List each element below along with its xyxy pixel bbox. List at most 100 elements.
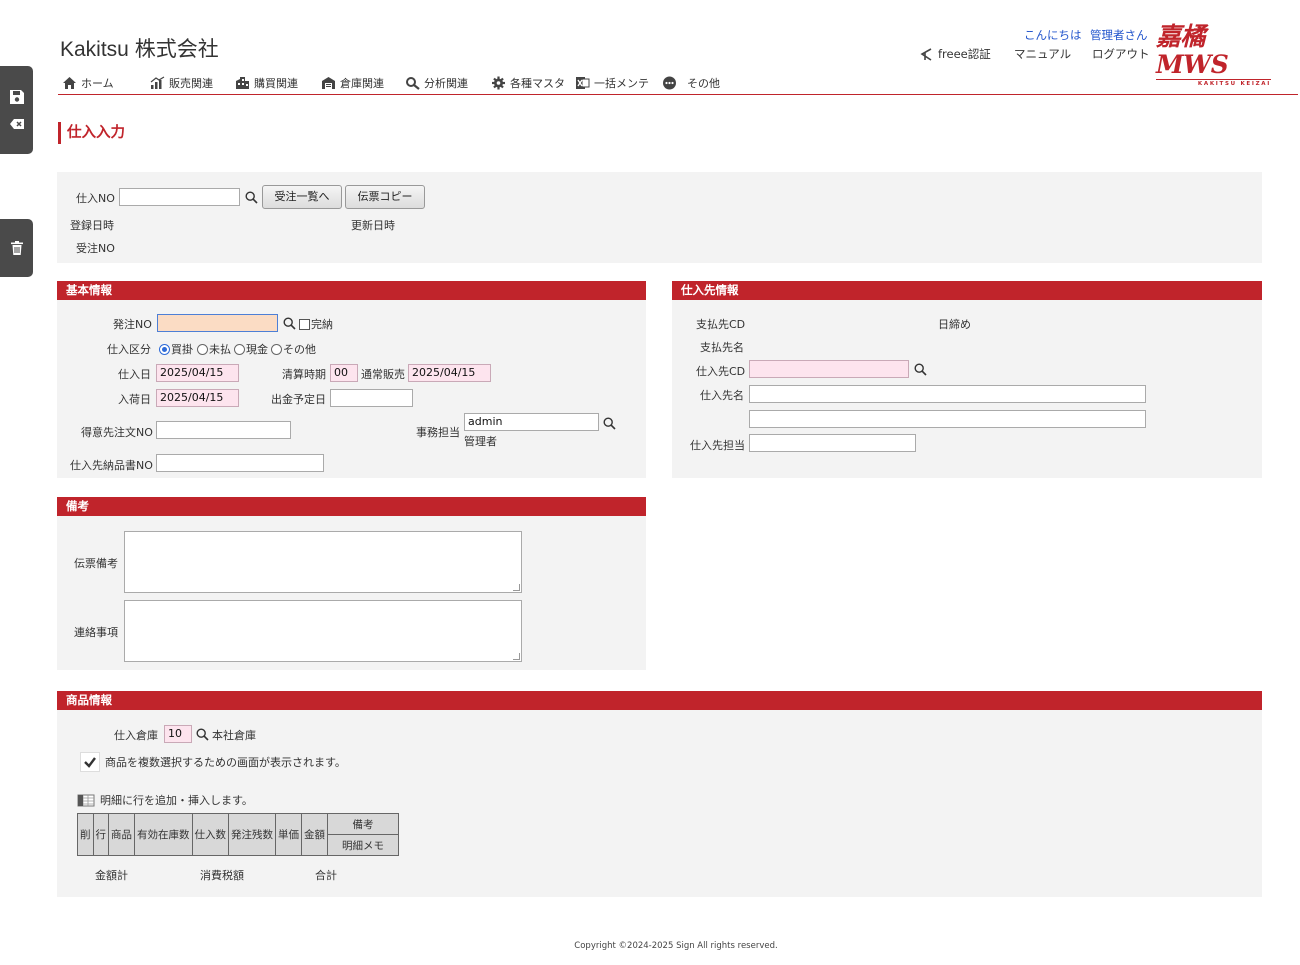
detail-table: 削 行 商品 有効在庫数 仕入数 発注残数 単価 金額 備考 明細メモ [77, 813, 399, 856]
kubun-radio-miharai[interactable]: 未払 [197, 341, 231, 357]
shiire-cd-label: 仕入先CD [696, 365, 746, 378]
menu-divider [58, 94, 1298, 95]
seisan-date-input[interactable]: 2025/04/15 [408, 364, 491, 382]
page-title: 仕入入力 [58, 122, 125, 144]
purchase-building-icon [236, 77, 249, 89]
menu-warehouse[interactable]: 倉庫関連 [321, 74, 405, 92]
updated-at-label: 更新日時 [351, 219, 395, 232]
total-amount-label: 金額計 [95, 869, 128, 882]
created-at-label: 登録日時 [70, 219, 114, 232]
menu-analysis[interactable]: 分析関連 [405, 74, 491, 92]
sales-chart-icon [150, 76, 165, 89]
menu-bulk-maintenance[interactable]: 一括メンテ [575, 74, 662, 92]
user-name-link[interactable]: 管理者さん [1090, 27, 1148, 43]
col-order-remain: 発注残数 [228, 813, 276, 856]
trash-icon[interactable] [9, 240, 25, 256]
freee-auth-label: freee認証 [938, 47, 991, 61]
tokui-no-label: 得意先注文NO [81, 426, 153, 439]
shiire-name-input[interactable] [749, 385, 1146, 403]
more-icon [663, 76, 676, 90]
gear-icon [492, 76, 505, 90]
menu-purchase[interactable]: 購買関連 [235, 74, 321, 92]
jimu-tanto-input[interactable]: admin [464, 413, 599, 431]
jimu-tanto-label: 事務担当 [416, 426, 460, 439]
col-amount: 金額 [301, 813, 328, 856]
add-row-icon[interactable] [77, 793, 95, 807]
manual-link[interactable]: マニュアル [1014, 46, 1071, 62]
nyuka-date-label: 入荷日 [118, 393, 151, 406]
clear-icon[interactable] [9, 116, 25, 132]
nyuka-date-input[interactable]: 2025/04/15 [156, 389, 239, 407]
menu-sales[interactable]: 販売関連 [150, 74, 235, 92]
kubun-radio-other[interactable]: その他 [271, 341, 316, 357]
search-icon[interactable] [245, 191, 258, 204]
greeting-link[interactable]: こんにちは [1024, 27, 1082, 43]
logout-link[interactable]: ログアウト [1092, 46, 1150, 62]
shiire-name-label: 仕入先名 [700, 389, 744, 402]
analysis-tools-icon [406, 77, 420, 90]
nouhin-no-input[interactable] [156, 454, 324, 472]
freee-icon [920, 47, 932, 61]
excel-icon [576, 77, 590, 89]
shimebi-label: 日締め [938, 318, 971, 331]
menu-masters[interactable]: 各種マスタ [491, 74, 575, 92]
supplier-info-header: 仕入先情報 [672, 281, 1262, 300]
col-remarks: 備考 [327, 813, 399, 835]
shiire-date-input[interactable]: 2025/04/15 [156, 364, 239, 382]
denpyo-bikou-textarea[interactable] [124, 531, 522, 593]
freee-auth-link[interactable]: freee認証 [920, 46, 991, 62]
shukkin-date-input[interactable] [330, 389, 413, 407]
check-icon [84, 757, 96, 768]
shiire-tanto-label: 仕入先担当 [690, 439, 745, 452]
menu-home[interactable]: ホーム [62, 74, 150, 92]
shiire-tanto-input[interactable] [749, 434, 916, 452]
renraku-textarea[interactable] [124, 600, 522, 662]
col-row: 行 [92, 813, 109, 856]
logo-main-text: 嘉橘MWS [1156, 22, 1229, 79]
remarks-panel: 伝票備考 連絡事項 [57, 516, 646, 670]
supplier-info-panel: 支払先CD 日締め 支払先名 仕入先CD 仕入先名 仕入先担当 [672, 300, 1262, 478]
multi-select-link[interactable]: 商品を複数選択するための画面が表示されます。 [105, 754, 346, 770]
product-info-header: 商品情報 [57, 691, 1262, 710]
search-icon[interactable] [283, 317, 296, 330]
shiire-cd-input[interactable] [749, 360, 909, 378]
logo-sub-text: KAKITSU KEIZAI [1156, 79, 1271, 87]
col-delete: 削 [77, 813, 94, 856]
tokui-no-input[interactable] [156, 421, 291, 439]
col-qty: 仕入数 [191, 813, 229, 856]
shiharai-cd-label: 支払先CD [696, 318, 746, 331]
add-row-link[interactable]: 明細に行を追加・挿入します。 [100, 792, 253, 808]
col-stock: 有効在庫数 [134, 813, 193, 856]
seisan-type-link[interactable]: 通常販売 [361, 366, 405, 382]
tax-amount-label: 消費税額 [200, 869, 244, 882]
company-name: Kakitsu 株式会社 [60, 38, 219, 61]
denpyo-bikou-label: 伝票備考 [74, 557, 118, 570]
menu-other[interactable]: その他 [662, 74, 732, 92]
shiire-date-label: 仕入日 [118, 368, 151, 381]
shiire-name2-input[interactable] [749, 410, 1146, 428]
save-icon[interactable] [9, 89, 25, 105]
search-icon[interactable] [196, 728, 209, 741]
main-menu: ホーム 販売関連 購買関連 倉庫関連 分析関連 各種マスタ 一括メンテ その他 [62, 74, 732, 92]
multi-select-button[interactable] [80, 752, 100, 772]
copy-slip-button[interactable]: 伝票コピー [345, 185, 425, 209]
souko-code-input[interactable]: 10 [164, 725, 192, 743]
basic-info-panel: 発注NO 完納 仕入区分 買掛 未払 現金 その他 仕入日 2025/04/15… [57, 300, 646, 478]
hacchu-no-label: 発注NO [113, 318, 152, 331]
kannou-checkbox[interactable]: 完納 [299, 316, 333, 332]
souko-name-link[interactable]: 本社倉庫 [212, 727, 256, 743]
home-icon [63, 77, 76, 89]
warehouse-icon [322, 77, 335, 89]
shiire-no-input[interactable] [119, 188, 240, 206]
search-icon[interactable] [603, 417, 616, 430]
col-memo: 明細メモ [327, 834, 399, 856]
kubun-radio-genkin[interactable]: 現金 [234, 341, 268, 357]
hacchu-no-input[interactable] [157, 314, 278, 332]
order-list-button[interactable]: 受注一覧へ [262, 185, 342, 209]
kubun-radio-kakekake[interactable]: 買掛 [159, 341, 193, 357]
nouhin-no-label: 仕入先納品書NO [70, 459, 153, 472]
jimu-tanto-link[interactable]: 管理者 [464, 433, 497, 449]
seisan-code-input[interactable]: 00 [330, 364, 358, 382]
shukkin-date-label: 出金予定日 [271, 393, 326, 406]
search-icon[interactable] [914, 363, 927, 376]
